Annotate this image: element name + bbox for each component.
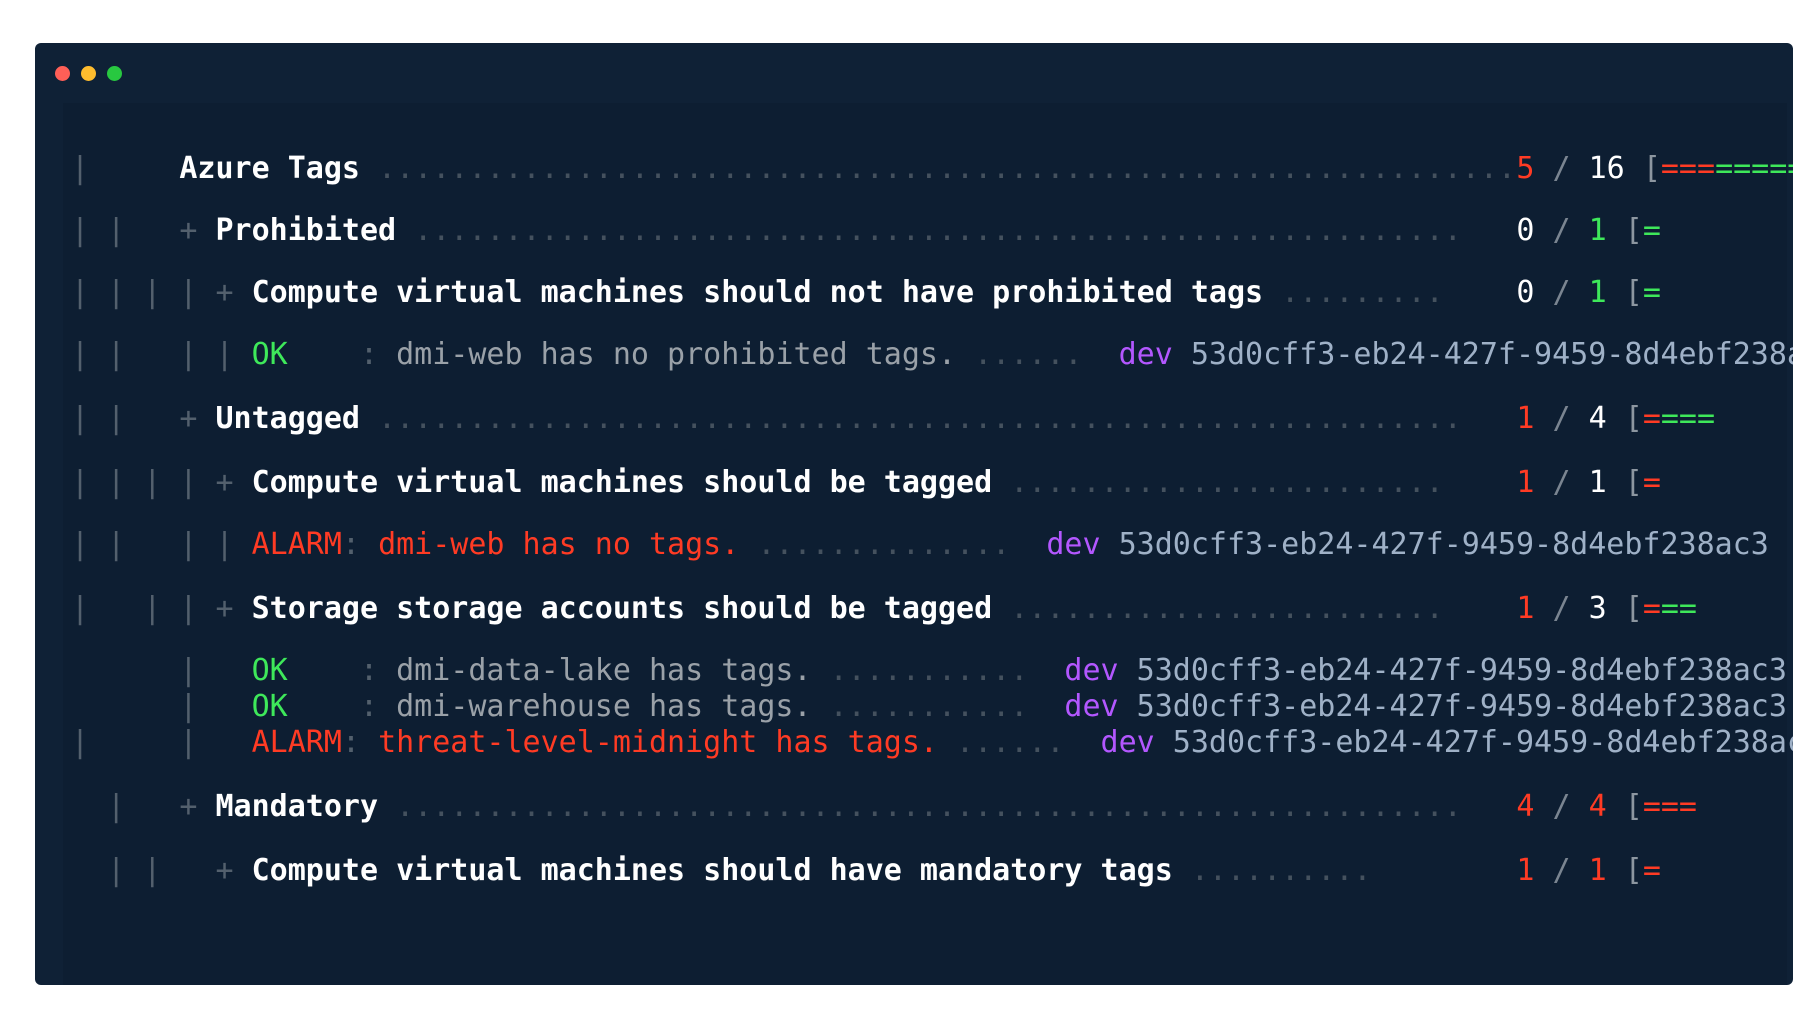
tree-connector: | |	[71, 853, 162, 888]
group-mandatory-counts: 4 / 4 [=== ]	[1408, 753, 1793, 824]
group-untagged-row: + Untagged .............................…	[71, 365, 1461, 436]
control-prohibited-vm-row: | + Compute virtual machines should not …	[71, 239, 1443, 310]
control-untagged-storage-row: | + Storage storage accounts should be t…	[71, 555, 1443, 626]
control-untagged-vm-row: | + Compute virtual machines should be t…	[71, 429, 1443, 500]
result-row: | | OK : dmi-web has no prohibited tags.…	[71, 301, 1793, 372]
slash: /	[1552, 853, 1571, 888]
group-untagged-counts: 1 / 4 [==== ]	[1408, 365, 1793, 436]
group-prohibited-row: + Prohibited ...........................…	[71, 177, 1461, 248]
result-row: | OK : dmi-warehouse has tags. .........…	[71, 653, 1787, 724]
result-row: | OK : dmi-data-lake has tags. .........…	[71, 617, 1787, 688]
control-mandatory-vm-counts: 1 / 1 [= ]	[1408, 817, 1793, 888]
result-row: | | ALARM: dmi-web has no tags. ........…	[71, 491, 1768, 562]
maximize-button[interactable]	[107, 66, 122, 81]
result-row: | ALARM: threat-level-midnight has tags.…	[71, 689, 1793, 760]
tree-connector: +	[179, 853, 252, 888]
bar-close: ]	[1661, 853, 1793, 888]
bar-open: [	[1624, 853, 1643, 888]
minimize-button[interactable]	[81, 66, 96, 81]
bar-alarm: =	[1642, 853, 1661, 888]
root-counts: 5 / 16 [==========]	[1408, 115, 1793, 186]
group-mandatory-row: + Mandatory ............................…	[71, 753, 1461, 824]
control-prohibited-vm-counts: 0 / 1 [= ]	[1408, 239, 1793, 310]
control-untagged-storage-counts: 1 / 3 [=== ]	[1408, 555, 1793, 626]
total-count: 1	[1588, 853, 1607, 888]
leader-dots: ..........	[1172, 853, 1372, 888]
control-title: Compute virtual machines should have man…	[251, 853, 1173, 888]
control-untagged-vm-counts: 1 / 1 [= ]	[1408, 429, 1793, 500]
alarm-count: 1	[1516, 853, 1535, 888]
terminal-output[interactable]: Azure Tags .............................…	[63, 103, 1793, 985]
terminal-window: Azure Tags .............................…	[35, 43, 1793, 985]
root-benchmark-row: Azure Tags .............................…	[71, 115, 1516, 186]
close-button[interactable]	[55, 66, 70, 81]
control-mandatory-vm-row: + Compute virtual machines should have m…	[71, 817, 1371, 888]
group-prohibited-counts: 0 / 1 [= ]	[1408, 177, 1793, 248]
